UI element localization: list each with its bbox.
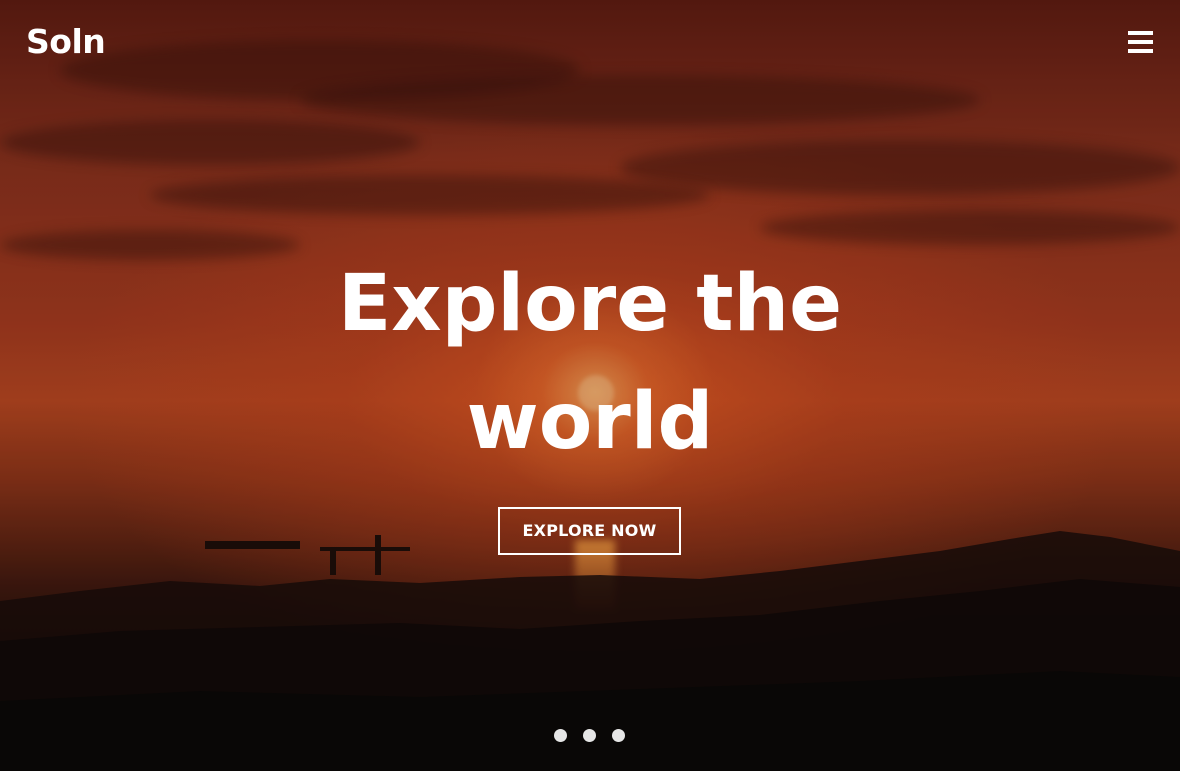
menu-bar [1128,40,1153,44]
hamburger-menu-icon[interactable] [1126,28,1154,56]
top-navbar: Soln [0,0,1180,84]
slide-dot-1[interactable] [554,729,567,742]
menu-bar [1128,49,1153,53]
brand-logo[interactable]: Soln [26,20,106,64]
menu-bar [1128,31,1153,35]
hero-headline: Explore the world [0,245,1180,481]
explore-now-button[interactable]: EXPLORE NOW [498,507,681,555]
slider-pagination [553,729,627,743]
slide-dot-2[interactable] [583,729,596,742]
hero-headline-line1: Explore the [338,259,842,349]
hero-headline-line2: world [466,377,714,467]
slide-dot-3[interactable] [612,729,625,742]
